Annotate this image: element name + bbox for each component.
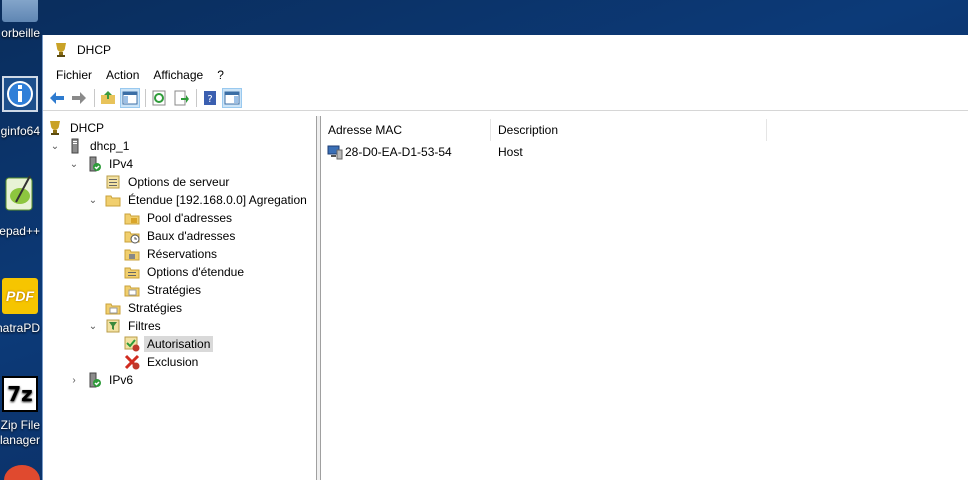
folder-icon — [105, 192, 121, 208]
menu-action[interactable]: Action — [99, 66, 146, 84]
column-header-description[interactable]: Description — [491, 119, 767, 141]
address-leases-icon — [124, 228, 140, 244]
toolbar-separator — [94, 89, 95, 107]
show-hide-action-pane-button[interactable] — [222, 88, 242, 108]
details-list: Adresse MAC Description 28-D0-EA-D1-53-5… — [321, 116, 968, 480]
notepadpp-icon — [2, 174, 38, 211]
ipv6-server-icon — [86, 372, 102, 388]
scope-options-icon — [124, 264, 140, 280]
help-button[interactable]: ? — [200, 88, 220, 108]
console-tree: DHCP ⌄ dhcp_1 ⌄ IPv4 Options de serveur … — [43, 116, 317, 480]
collapse-chevron-icon[interactable]: ⌄ — [49, 140, 61, 152]
mac-address-cell: 28-D0-EA-D1-53-54 — [321, 144, 491, 160]
back-arrow-icon — [50, 92, 64, 104]
tree-item-scope-options[interactable]: Options d'étendue — [124, 263, 247, 281]
allow-filter-icon — [124, 336, 140, 352]
list-item[interactable]: 28-D0-EA-D1-53-54 Host — [321, 142, 781, 162]
up-folder-icon — [101, 91, 115, 104]
tree-item-policies[interactable]: Stratégies — [105, 299, 185, 317]
desktop-bginfo[interactable]: ginfo64 — [0, 72, 42, 142]
policies-icon — [105, 300, 121, 316]
window-title: DHCP — [77, 42, 112, 57]
description-cell: Host — [498, 145, 523, 159]
tree-item-scope-policies[interactable]: Stratégies — [124, 281, 204, 299]
tree-item-address-pool[interactable]: Pool d'adresses — [124, 209, 235, 227]
tree-item-allow[interactable]: Autorisation — [124, 335, 214, 353]
dhcp-window: DHCP Fichier Action Affichage ? ? DHCP ⌄… — [42, 35, 968, 480]
tree-item-server-options[interactable]: Options de serveur — [105, 173, 232, 191]
address-pool-icon — [124, 210, 140, 226]
server-icon — [67, 138, 83, 154]
show-hide-console-tree-button[interactable] — [120, 88, 140, 108]
refresh-button[interactable] — [149, 88, 169, 108]
options-list-icon — [105, 174, 121, 190]
up-folder-button[interactable] — [98, 88, 118, 108]
filter-icon — [105, 318, 121, 334]
menu-fichier[interactable]: Fichier — [49, 66, 99, 84]
export-list-icon — [174, 90, 189, 106]
desktop-7zip[interactable]: 7z Zip File lanager — [0, 372, 42, 452]
desktop-notepadpp[interactable]: tepad++ — [0, 172, 42, 242]
tree-item-ipv6[interactable]: › IPv6 — [68, 371, 136, 389]
action-pane-icon — [224, 91, 240, 105]
forward-arrow-icon — [72, 92, 86, 104]
bginfo-icon — [2, 76, 38, 112]
tree-item-ipv4[interactable]: ⌄ IPv4 — [68, 155, 136, 173]
desktop-sumatrapdf[interactable]: PDF natraPD — [0, 276, 42, 342]
export-list-button[interactable] — [171, 88, 191, 108]
toolbar: ? — [43, 86, 968, 111]
menu-bar: Fichier Action Affichage ? — [43, 64, 968, 86]
ipv4-server-icon — [86, 156, 102, 172]
sumatrapdf-icon: PDF — [2, 278, 38, 314]
expand-chevron-icon[interactable]: › — [68, 374, 80, 386]
tree-item-scope[interactable]: ⌄ Étendue [192.168.0.0] Agregation — [87, 191, 310, 209]
collapse-chevron-icon[interactable]: ⌄ — [87, 194, 99, 206]
console-tree-icon — [122, 91, 138, 105]
svg-text:?: ? — [207, 94, 212, 105]
tree-item-deny[interactable]: Exclusion — [124, 353, 201, 371]
forward-button[interactable] — [69, 88, 89, 108]
collapse-chevron-icon[interactable]: ⌄ — [87, 320, 99, 332]
tree-item-filters[interactable]: ⌄ Filtres — [87, 317, 164, 335]
tree-item-reservations[interactable]: Réservations — [124, 245, 220, 263]
menu-help[interactable]: ? — [210, 66, 231, 84]
deny-filter-icon — [124, 354, 140, 370]
tree-item-server[interactable]: ⌄ dhcp_1 — [49, 137, 132, 155]
menu-affichage[interactable]: Affichage — [146, 66, 210, 84]
client-computer-icon — [327, 144, 343, 160]
policies-icon — [124, 282, 140, 298]
7zip-icon: 7z — [2, 376, 38, 412]
recycle-bin-icon — [2, 0, 38, 22]
desktop-icons: orbeille ginfo64 tepad++ PDF natraPD 7z … — [0, 0, 42, 480]
toolbar-separator — [145, 89, 146, 107]
back-button[interactable] — [47, 88, 67, 108]
refresh-icon — [152, 90, 166, 106]
dhcp-trophy-icon — [47, 120, 63, 136]
toolbar-separator — [196, 89, 197, 107]
title-bar[interactable]: DHCP — [43, 35, 968, 64]
desktop-recycle-bin[interactable]: orbeille — [0, 0, 42, 44]
main-content: DHCP ⌄ dhcp_1 ⌄ IPv4 Options de serveur … — [43, 116, 968, 480]
column-header-mac[interactable]: Adresse MAC — [321, 119, 491, 141]
tree-item-dhcp-root[interactable]: DHCP — [47, 119, 107, 137]
desktop-app-icon[interactable] — [4, 465, 40, 480]
help-icon: ? — [204, 91, 216, 105]
collapse-chevron-icon[interactable]: ⌄ — [68, 158, 80, 170]
tree-item-address-leases[interactable]: Baux d'adresses — [124, 227, 238, 245]
dhcp-app-icon — [53, 42, 69, 58]
reservations-icon — [124, 246, 140, 262]
